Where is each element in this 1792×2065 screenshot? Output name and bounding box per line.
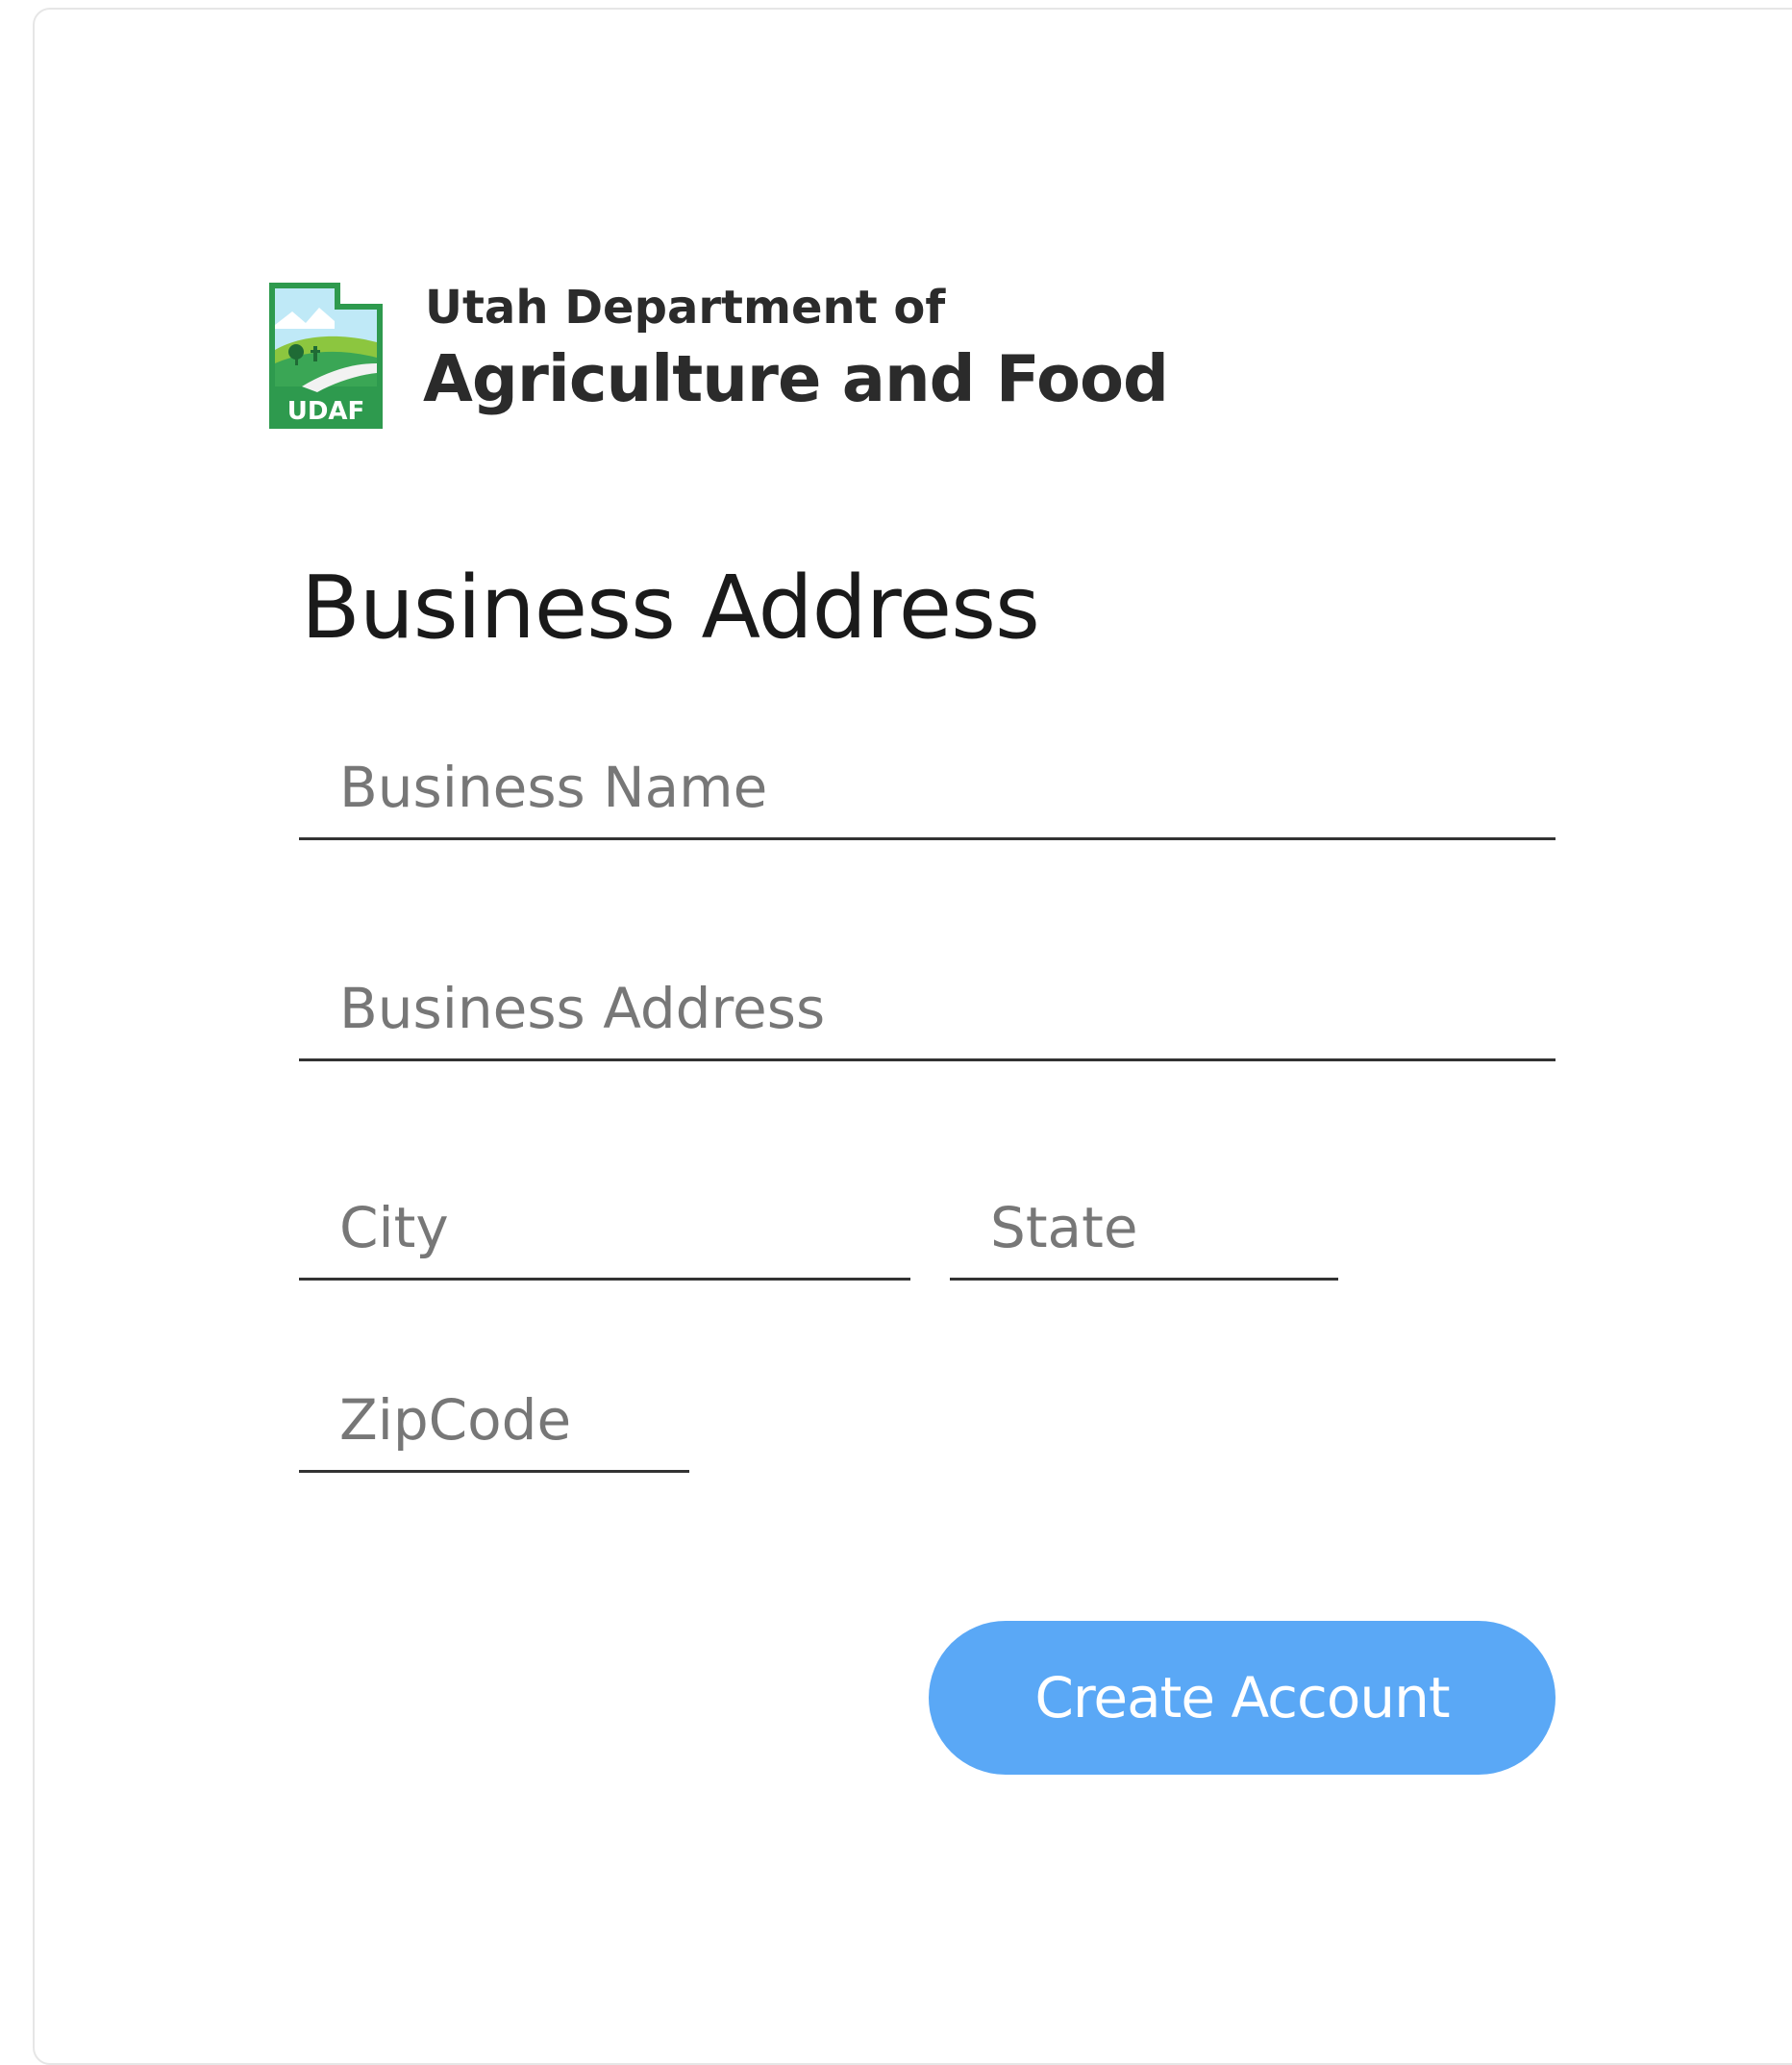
- business-address-field: [299, 958, 1556, 1061]
- business-address-input[interactable]: [299, 958, 1556, 1058]
- city-input[interactable]: [299, 1177, 910, 1278]
- create-account-button[interactable]: Create Account: [929, 1621, 1556, 1775]
- state-field: [950, 1177, 1338, 1281]
- state-input[interactable]: [950, 1177, 1338, 1278]
- business-name-input[interactable]: [299, 736, 1556, 837]
- zipcode-input[interactable]: [299, 1369, 689, 1470]
- udaf-logo: UDAF: [269, 283, 383, 429]
- zipcode-field: [299, 1369, 689, 1473]
- page-title: Business Address: [301, 558, 1040, 659]
- business-name-field: [299, 736, 1556, 840]
- org-name-line2: Agriculture and Food: [423, 341, 1169, 416]
- logo-text: UDAF: [287, 397, 365, 426]
- city-field: [299, 1177, 910, 1281]
- org-name-line1: Utah Department of: [425, 281, 946, 335]
